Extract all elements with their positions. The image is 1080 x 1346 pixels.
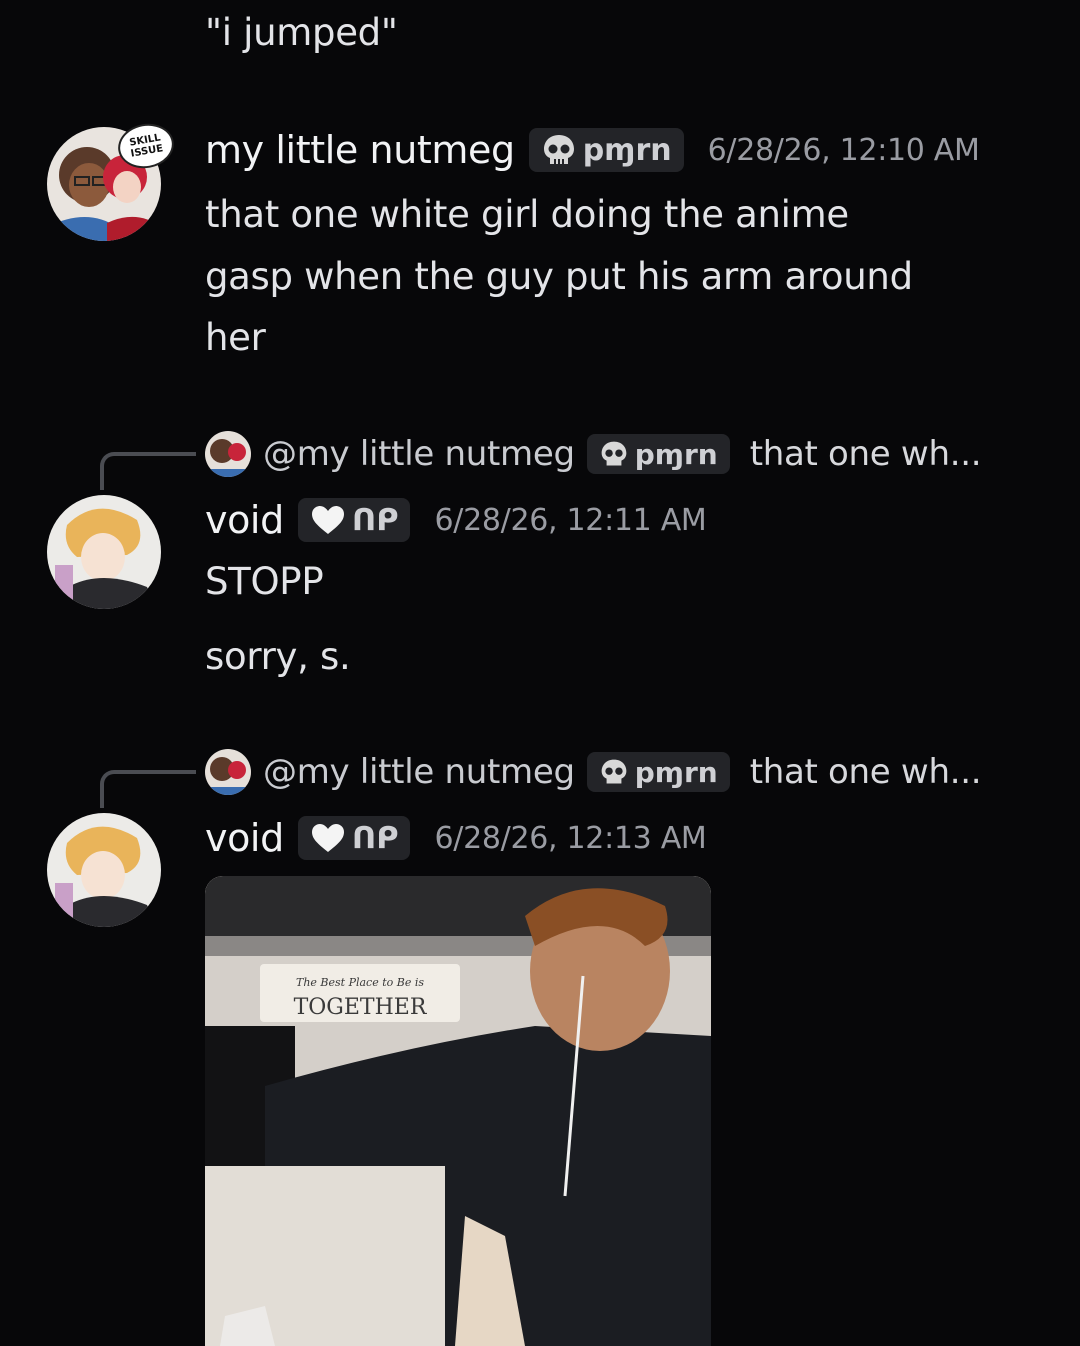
skull-icon xyxy=(601,759,627,784)
message-line: her xyxy=(205,316,266,359)
message-line: that one white girl doing the anime xyxy=(205,193,849,236)
sign-line2: TOGETHER xyxy=(294,995,428,1020)
sign-line1: The Best Place to Be is xyxy=(296,976,424,989)
reply-username: @my little nutmeg xyxy=(263,434,575,474)
gif-attachment[interactable]: The Best Place to Be is TOGETHER xyxy=(205,876,711,1346)
reply-connector xyxy=(100,452,196,490)
username[interactable]: void xyxy=(205,498,284,542)
reply-snippet: that one wh... xyxy=(749,434,982,474)
reply-role-tag: pɱrn xyxy=(586,434,730,474)
reply-username: @my little nutmeg xyxy=(263,752,575,792)
white-heart-icon xyxy=(311,824,344,852)
username[interactable]: my little nutmeg xyxy=(205,128,515,172)
skull-icon xyxy=(543,135,574,164)
username[interactable]: void xyxy=(205,816,284,860)
message-line: sorry, s. xyxy=(205,635,351,678)
role-tag[interactable]: pɱrn xyxy=(528,128,684,172)
reply-avatar xyxy=(205,431,251,477)
attachment-image: The Best Place to Be is TOGETHER xyxy=(205,876,711,1346)
timestamp: 6/28/26, 12:10 AM xyxy=(707,132,980,168)
reply-role-tag-label: pɱrn xyxy=(634,437,718,471)
white-heart-icon xyxy=(311,506,344,534)
timestamp: 6/28/26, 12:11 AM xyxy=(434,502,707,538)
reply-avatar xyxy=(205,749,251,795)
reply-role-tag-label: pɱrn xyxy=(634,755,718,789)
role-tag-label: ᑎᑭ xyxy=(351,820,399,856)
avatar-image xyxy=(47,495,161,609)
reply-role-tag: pɱrn xyxy=(586,752,730,792)
message-line: STOPP xyxy=(205,560,324,603)
role-tag[interactable]: ᑎᑭ xyxy=(297,816,411,860)
reply-reference[interactable]: @my little nutmeg pɱrn that one wh... xyxy=(205,749,982,795)
reply-reference[interactable]: @my little nutmeg pɱrn that one wh... xyxy=(205,431,982,477)
role-tag[interactable]: ᑎᑭ xyxy=(297,498,411,542)
avatar-void[interactable] xyxy=(47,495,161,609)
avatar-void[interactable] xyxy=(47,813,161,927)
role-tag-label: pɱrn xyxy=(582,132,672,168)
timestamp: 6/28/26, 12:13 AM xyxy=(434,820,707,856)
avatar-image xyxy=(47,813,161,927)
message-text: "i jumped" xyxy=(205,11,398,54)
skull-icon xyxy=(601,441,627,466)
reply-snippet: that one wh... xyxy=(749,752,982,792)
role-tag-label: ᑎᑭ xyxy=(351,502,399,538)
message-line: gasp when the guy put his arm around xyxy=(205,255,913,298)
reply-connector xyxy=(100,770,196,808)
